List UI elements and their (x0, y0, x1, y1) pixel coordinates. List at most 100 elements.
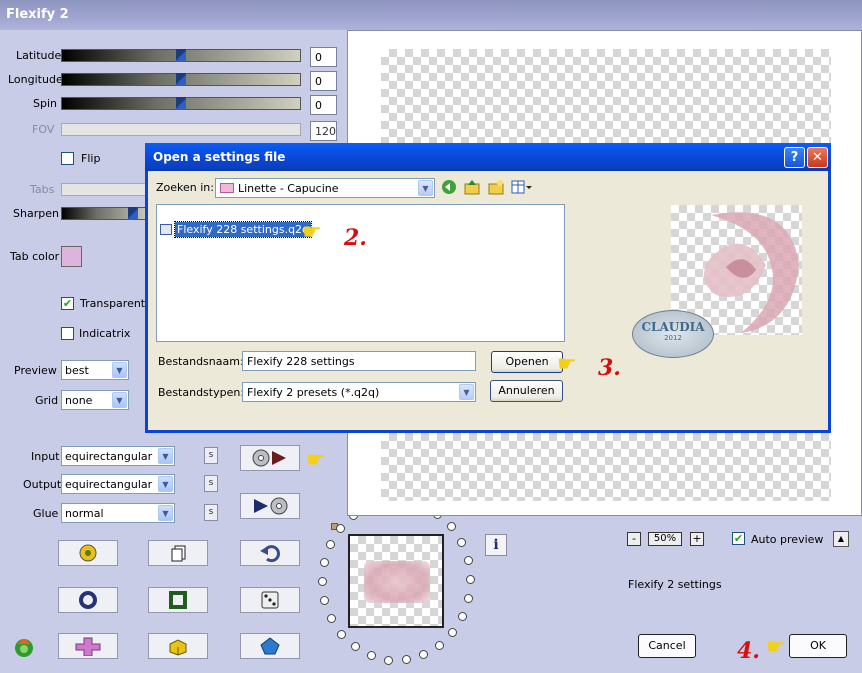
filetype-value: Flexify 2 presets (*.q2q) (247, 386, 380, 399)
auto-preview-checkbox[interactable]: ✔ (732, 532, 745, 545)
load-preset-button[interactable] (240, 445, 300, 471)
copy-button[interactable] (148, 540, 208, 566)
glue-label: Glue (33, 507, 59, 520)
latitude-input[interactable]: 0 (310, 47, 337, 67)
longitude-slider[interactable] (61, 73, 301, 86)
chevron-down-icon[interactable]: ▼ (112, 392, 127, 408)
navigator-dot[interactable] (326, 614, 336, 624)
navigator-dot[interactable] (463, 555, 473, 565)
output-s-button[interactable]: s (204, 475, 218, 492)
zoom-value[interactable]: 50% (648, 532, 682, 546)
spin-slider-thumb[interactable] (176, 97, 186, 110)
navigator-dot[interactable] (457, 612, 467, 622)
randomize-button[interactable] (58, 540, 118, 566)
cross-icon (75, 637, 101, 656)
navigator-thumbnail (364, 561, 430, 603)
square-tool-button[interactable] (148, 587, 208, 613)
preview-select[interactable]: best ▼ (61, 360, 129, 380)
back-icon[interactable] (441, 179, 457, 198)
navigator-dot[interactable] (401, 655, 411, 665)
indicatrix-checkbox[interactable] (61, 327, 74, 340)
collapse-arrow-button[interactable]: ▲ (833, 531, 849, 547)
cross-tool-button[interactable] (58, 633, 118, 659)
dice-face-icon (79, 544, 97, 562)
chevron-down-icon[interactable]: ▼ (158, 476, 173, 492)
cancel-dialog-button[interactable]: Annuleren (490, 380, 563, 402)
navigator-dot[interactable] (318, 576, 327, 586)
chevron-down-icon[interactable]: ▼ (459, 384, 474, 400)
latitude-slider[interactable] (61, 49, 301, 62)
navigator-dot[interactable] (457, 537, 467, 547)
check-mark-icon: ✔ (733, 532, 744, 545)
longitude-slider-thumb[interactable] (176, 73, 186, 86)
flexify-logo-icon (12, 636, 36, 661)
help-button[interactable]: ? (784, 147, 805, 168)
zoom-in-button[interactable]: + (690, 532, 704, 546)
navigator-dot[interactable] (320, 596, 330, 606)
dice-icon (261, 591, 279, 609)
navigator-dot[interactable] (350, 642, 360, 652)
navigator-preview[interactable] (348, 534, 444, 628)
navigator-dot[interactable] (326, 539, 336, 549)
window-title: Flexify 2 (0, 0, 862, 30)
navigator-dot[interactable] (366, 651, 376, 661)
chevron-down-icon[interactable]: ▼ (158, 505, 173, 521)
glue-select[interactable]: normal ▼ (61, 503, 175, 523)
navigator-dot[interactable] (464, 594, 474, 604)
info-button[interactable]: i (485, 534, 507, 556)
navigator-dot[interactable] (383, 655, 393, 665)
new-folder-icon[interactable] (488, 179, 504, 198)
chevron-down-icon[interactable]: ▼ (112, 362, 127, 378)
navigator-dot[interactable] (446, 522, 456, 532)
navigator-dot[interactable] (336, 523, 345, 533)
file-name[interactable]: Flexify 228 settings.q2q (173, 221, 313, 238)
navigator-dot[interactable] (419, 650, 429, 660)
undo-icon (260, 545, 280, 563)
glue-s-button[interactable]: s (204, 504, 218, 521)
flip-label: Flip (81, 152, 101, 165)
open-button[interactable]: Openen (491, 351, 563, 373)
close-button[interactable]: ✕ (807, 147, 828, 168)
pentagon-tool-button[interactable] (240, 633, 300, 659)
cancel-button[interactable]: Cancel (638, 634, 696, 658)
zoom-out-button[interactable]: - (627, 532, 641, 546)
latitude-slider-thumb[interactable] (176, 49, 186, 62)
dice-button[interactable] (240, 587, 300, 613)
look-in-value: Linette - Capucine (238, 182, 339, 195)
navigator-dot[interactable] (319, 557, 329, 567)
navigator-dot[interactable] (465, 575, 475, 584)
up-folder-icon[interactable] (464, 179, 480, 198)
input-s-button[interactable]: s (204, 447, 218, 464)
filetype-select[interactable]: Flexify 2 presets (*.q2q) ▼ (242, 382, 476, 402)
flip-checkbox[interactable] (61, 152, 74, 165)
output-select[interactable]: equirectangular ▼ (61, 474, 175, 494)
grid-select[interactable]: none ▼ (61, 390, 129, 410)
longitude-label: Longitude (8, 73, 63, 86)
undo-button[interactable] (240, 540, 300, 566)
chevron-down-icon[interactable]: ▼ (158, 448, 173, 464)
circle-tool-button[interactable] (58, 587, 118, 613)
pointer-hand-icon: ☛ (306, 448, 326, 473)
cube-tool-button[interactable] (148, 633, 208, 659)
spin-slider[interactable] (61, 97, 301, 110)
view-menu-icon[interactable] (511, 179, 533, 198)
save-preset-button[interactable] (240, 493, 300, 519)
tab-color-swatch[interactable] (61, 246, 82, 267)
sharpen-slider[interactable] (61, 207, 151, 220)
chevron-down-icon[interactable]: ▼ (418, 180, 433, 196)
navigator-dot[interactable] (337, 629, 347, 639)
navigator-dot[interactable] (447, 628, 457, 638)
spin-input[interactable]: 0 (310, 95, 337, 115)
ok-button[interactable]: OK (789, 634, 847, 658)
filename-label: Bestandsnaam: (158, 355, 244, 368)
navigator-dot[interactable] (434, 641, 444, 651)
file-list-item[interactable]: Flexify 228 settings.q2q (160, 221, 313, 238)
look-in-select[interactable]: Linette - Capucine ▼ (215, 178, 435, 198)
filename-input[interactable]: Flexify 228 settings (242, 351, 476, 371)
sharpen-slider-thumb[interactable] (128, 207, 138, 220)
grid-select-value: none (65, 394, 93, 407)
step-2-label: 2. (344, 225, 367, 251)
longitude-input[interactable]: 0 (310, 71, 337, 91)
input-select[interactable]: equirectangular ▼ (61, 446, 175, 466)
transparent-checkbox[interactable]: ✔ (61, 297, 74, 310)
